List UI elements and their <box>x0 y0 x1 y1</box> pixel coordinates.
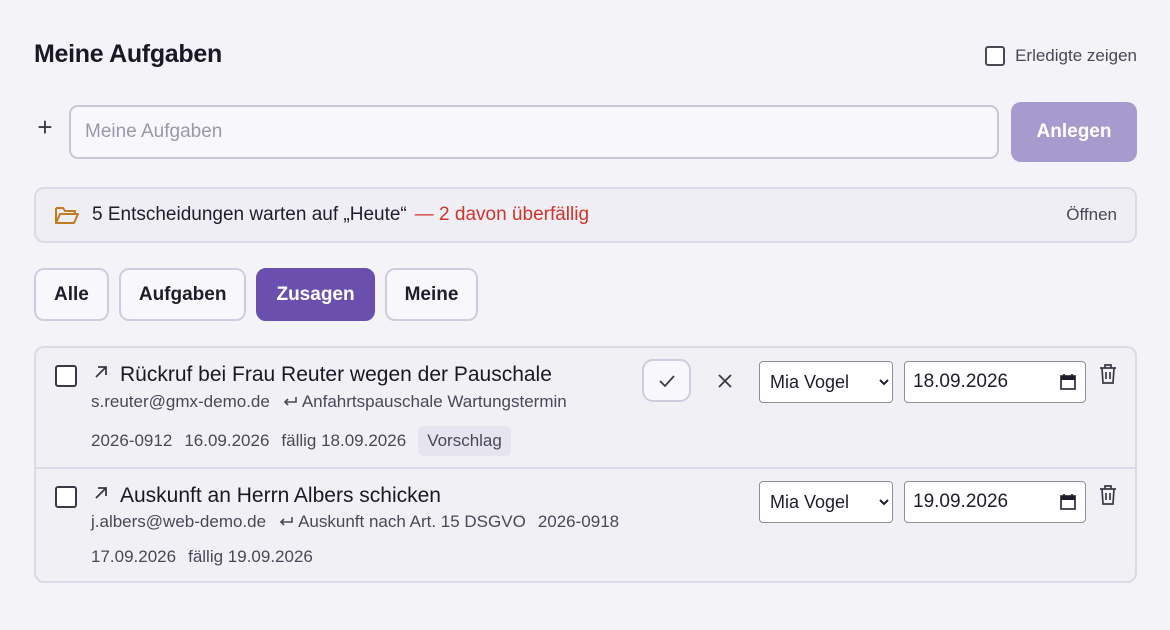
task-list: Rückruf bei Frau Reuter wegen der Pausch… <box>34 346 1137 583</box>
banner-overdue-text: — 2 davon überfällig <box>414 204 590 225</box>
page-title: Meine Aufgaben <box>34 40 222 68</box>
list-item: Auskunft an Herrn Albers schicken j.albe… <box>36 469 1135 581</box>
return-arrow-icon <box>279 517 293 526</box>
trash-icon[interactable] <box>1098 484 1118 506</box>
item-reference[interactable]: Anfahrtspauschale Wartungstermin <box>282 392 567 412</box>
item-number: 2026-0912 <box>91 431 173 450</box>
show-done-checkbox[interactable] <box>985 46 1006 66</box>
due-date-input[interactable]: 18.09.2026 <box>904 361 1086 403</box>
check-icon <box>658 374 675 387</box>
item-date: 17.09.2026 <box>91 547 177 566</box>
item-meta-line2: 17.09.2026 fällig 19.09.2026 <box>91 547 313 567</box>
show-done-label: Erledigte zeigen <box>1015 46 1137 65</box>
due-date-value: 19.09.2026 <box>913 491 1009 512</box>
banner-open-link[interactable]: Öffnen <box>1066 205 1117 225</box>
item-reference[interactable]: Auskunft nach Art. 15 DSGVO <box>278 512 526 532</box>
assignee-select[interactable]: Mia Vogel <box>759 481 893 523</box>
accept-button[interactable] <box>642 359 691 402</box>
reject-button[interactable] <box>712 368 738 394</box>
due-date-input[interactable]: 19.09.2026 <box>904 481 1086 523</box>
arrow-up-right-icon <box>95 487 107 499</box>
calendar-icon[interactable] <box>1059 373 1077 391</box>
suggestion-badge: Vorschlag <box>418 426 511 456</box>
item-reference-text: Auskunft nach Art. 15 DSGVO <box>298 512 526 531</box>
item-email[interactable]: j.albers@web-demo.de <box>91 512 266 532</box>
plus-icon: + <box>37 112 53 142</box>
item-meta-line1: j.albers@web-demo.de Auskunft nach Art. … <box>91 512 619 532</box>
show-done-toggle[interactable]: Erledigte zeigen <box>985 46 1137 66</box>
item-number: 2026-0918 <box>537 512 620 531</box>
tab-meine[interactable]: Meine <box>384 268 479 321</box>
item-email[interactable]: s.reuter@gmx-demo.de <box>91 392 270 412</box>
new-task-input[interactable] <box>69 105 999 159</box>
due-date-value: 18.09.2026 <box>913 371 1009 392</box>
return-arrow-icon <box>283 397 297 406</box>
item-title[interactable]: Auskunft an Herrn Albers schicken <box>120 484 441 508</box>
create-button[interactable]: Anlegen <box>1011 102 1137 162</box>
pending-decisions-banner[interactable]: 5 Entscheidungen warten auf „Heute“ — 2 … <box>34 187 1137 243</box>
item-meta-line2: 2026-0912 16.09.2026 fällig 18.09.2026 V… <box>91 426 511 456</box>
add-task-row: + Anlegen <box>34 102 1137 162</box>
banner-text: 5 Entscheidungen warten auf „Heute“ <box>92 204 407 225</box>
close-icon <box>718 374 732 388</box>
item-checkbox[interactable] <box>55 486 77 508</box>
list-item: Rückruf bei Frau Reuter wegen der Pausch… <box>36 348 1135 469</box>
item-reference-text: Anfahrtspauschale Wartungstermin <box>301 392 567 411</box>
calendar-icon[interactable] <box>1059 493 1077 511</box>
folder-open-icon <box>55 207 79 224</box>
item-meta-line1: s.reuter@gmx-demo.de Anfahrtspauschale W… <box>91 392 567 412</box>
arrow-up-right-icon <box>95 366 107 378</box>
item-checkbox[interactable] <box>55 365 77 387</box>
assignee-select[interactable]: Mia Vogel <box>759 361 893 403</box>
item-date: 16.09.2026 <box>184 431 270 450</box>
item-due-text: fällig 19.09.2026 <box>188 547 313 566</box>
trash-icon[interactable] <box>1098 363 1118 385</box>
item-due-text: fällig 18.09.2026 <box>281 431 407 450</box>
tab-zusagen[interactable]: Zusagen <box>256 268 375 321</box>
item-title[interactable]: Rückruf bei Frau Reuter wegen der Pausch… <box>120 363 552 387</box>
filter-tabs: Alle Aufgaben Zusagen Meine <box>34 268 479 321</box>
tab-aufgaben[interactable]: Aufgaben <box>118 268 247 321</box>
tab-alle[interactable]: Alle <box>34 268 109 321</box>
